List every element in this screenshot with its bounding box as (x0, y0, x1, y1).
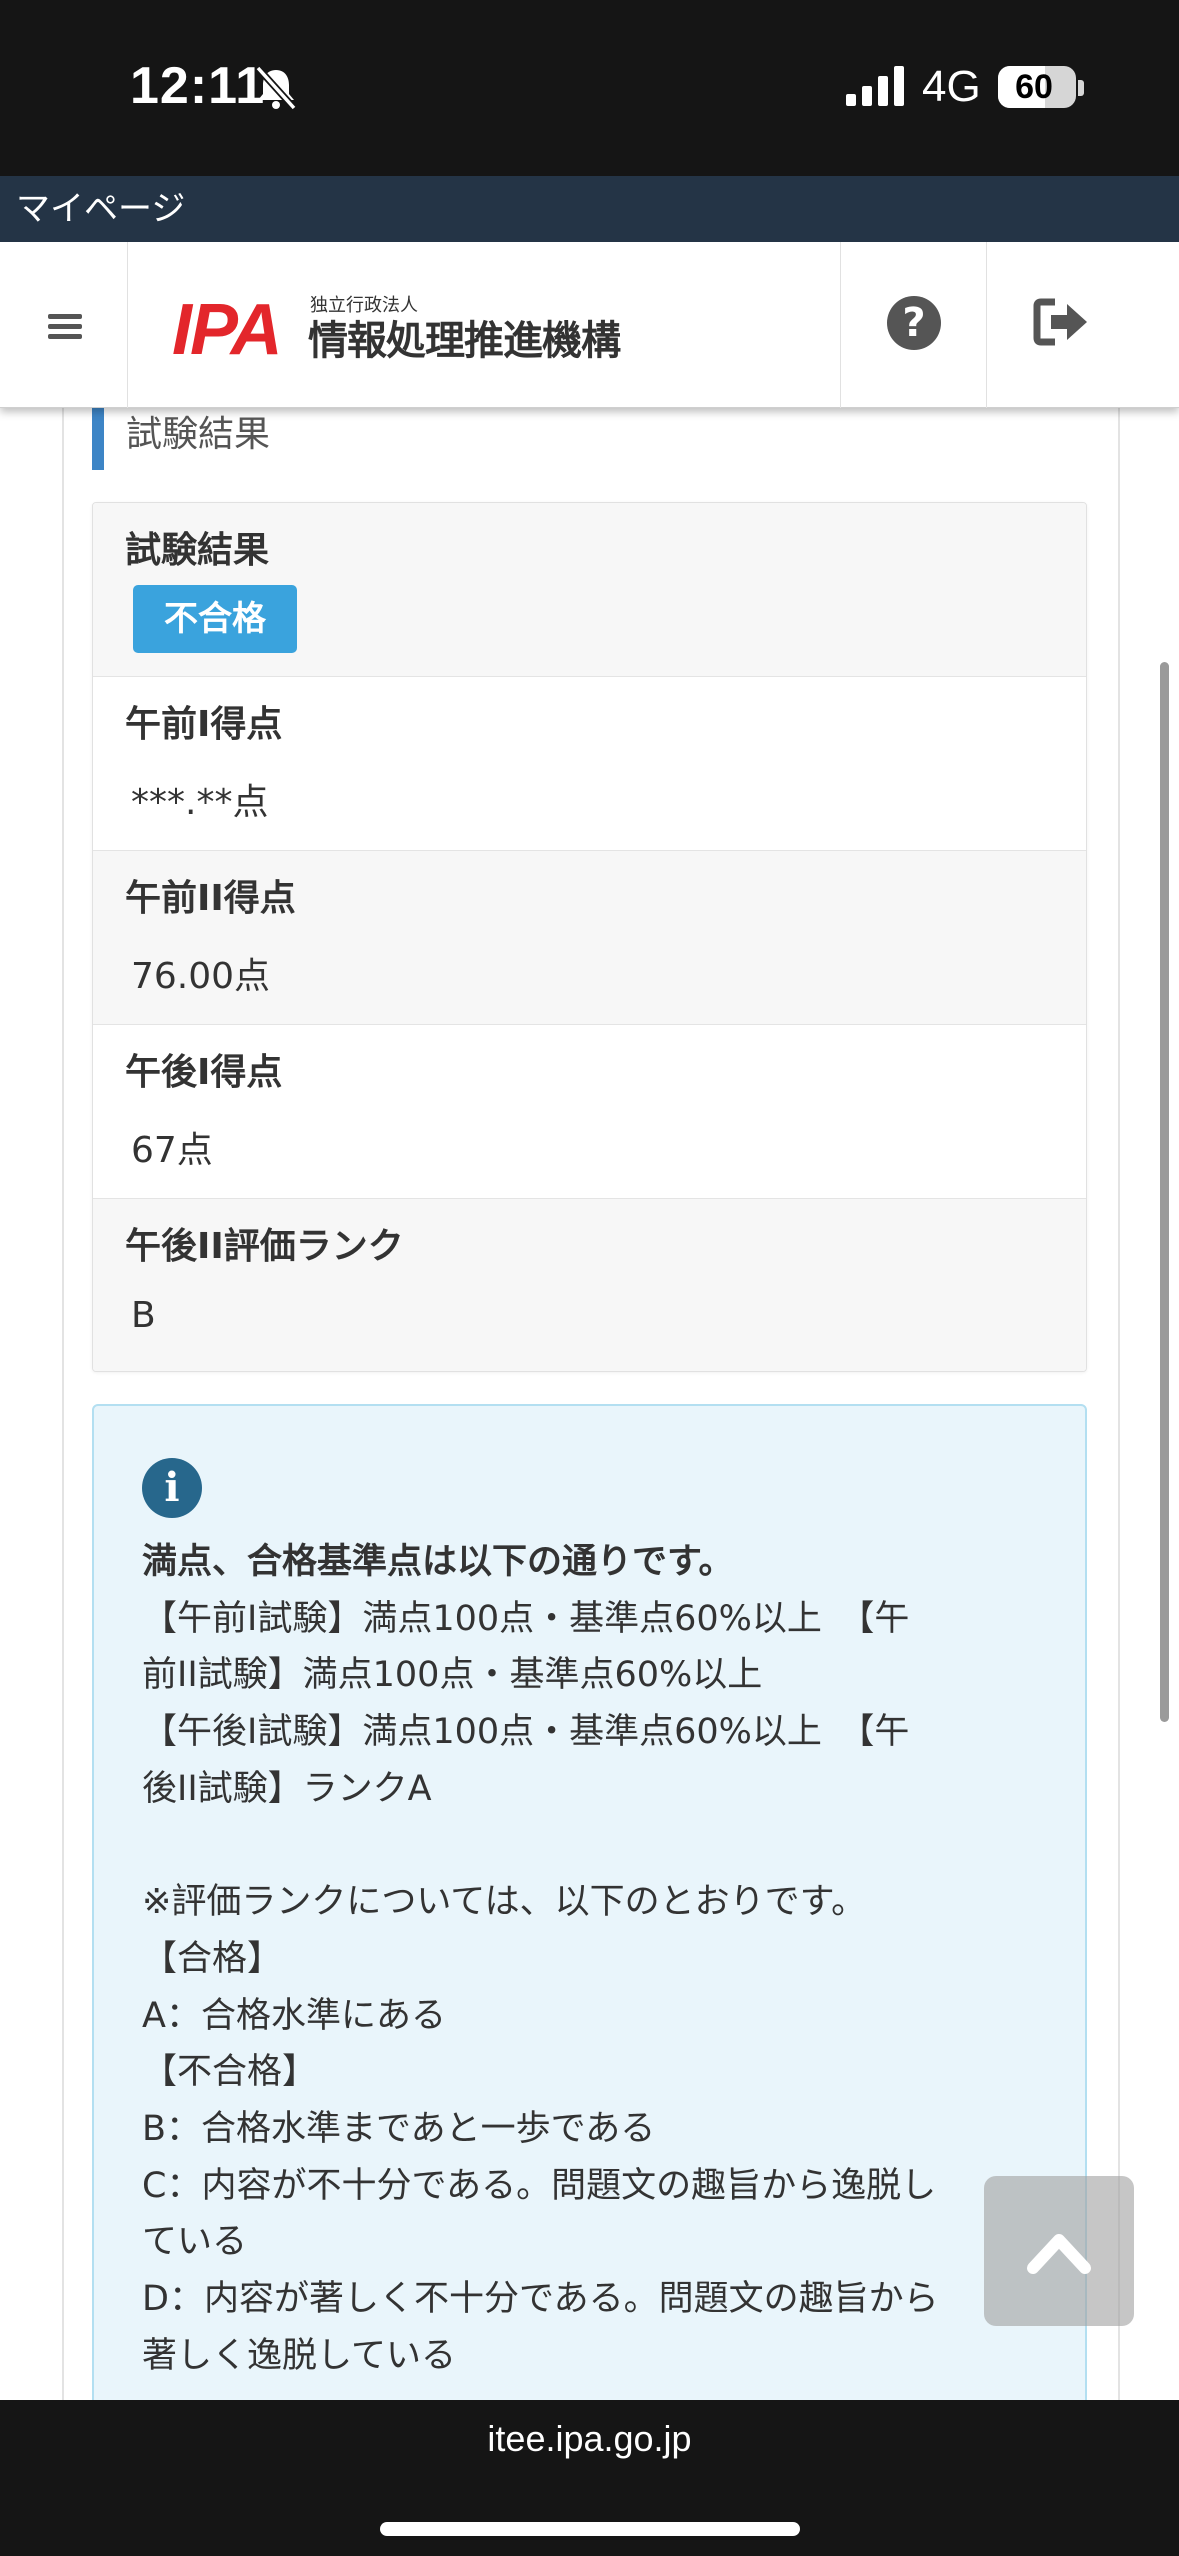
info-icon: i (142, 1458, 202, 1518)
info-line (142, 1817, 1032, 1874)
battery-tip (1078, 80, 1084, 96)
mypage-strip[interactable]: マイページ (0, 176, 1179, 242)
score-value: 76.00点 (131, 956, 271, 997)
info-line: 【午後I試験】満点100点・基準点60%以上 【午 (142, 1712, 910, 1753)
score-value: ***.**点 (131, 782, 269, 823)
scrollbar-thumb[interactable] (1160, 662, 1169, 1722)
logout-button[interactable] (986, 242, 1179, 408)
hamburger-icon (48, 314, 82, 319)
question-circle-icon: ? (887, 296, 941, 350)
logo-title: 情報処理推進機構 (308, 318, 621, 364)
info-line: B：合格水準まであと一歩である (142, 2108, 656, 2149)
score-label: 午後I得点 (125, 1052, 283, 1093)
chevron-up-icon (1027, 2234, 1091, 2274)
page-viewport[interactable]: 試験結果 試験結果 不合格 午前I得点 ***.**点 午前II得点 76.00… (0, 242, 1179, 2400)
menu-button[interactable] (0, 242, 128, 408)
info-line: ている (142, 2222, 248, 2263)
info-line: ※評価ランクについては、以下のとおりです。 (142, 1882, 867, 1923)
home-indicator[interactable] (380, 2522, 800, 2536)
info-line: 【午前I試験】満点100点・基準点60%以上 【午 (142, 1598, 910, 1639)
cellular-signal-icon (846, 66, 904, 106)
bell-slash-icon (255, 66, 297, 110)
info-line: A：合格水準にある (142, 1995, 446, 2036)
status-time: 12:11 (130, 57, 266, 115)
hamburger-icon (48, 324, 82, 329)
help-button[interactable]: ? (840, 242, 986, 408)
info-line: C：内容が不十分である。問題文の趣旨から逸脱し (142, 2165, 937, 2206)
network-type: 4G (922, 62, 981, 111)
logo-subtitle: 独立行政法人 (310, 295, 418, 316)
info-line: D：内容が著しく不十分である。問題文の趣旨から (142, 2278, 939, 2319)
info-line: 【不合格】 (142, 2052, 318, 2093)
table-row: 午前I得点 ***.**点 (93, 677, 1086, 851)
battery-level: 60 (1015, 68, 1053, 106)
info-text: 満点、合格基準点は以下の通りです。 【午前I試験】満点100点・基準点60%以上… (142, 1534, 1032, 2384)
table-row: 午前II得点 76.00点 (93, 851, 1086, 1025)
info-heading: 満点、合格基準点は以下の通りです。 (142, 1542, 734, 1582)
info-line: 【合格】 (142, 1938, 283, 1979)
info-line: 著しく逸脱している (142, 2335, 456, 2376)
result-status-row: 試験結果 不合格 (93, 503, 1086, 677)
score-label: 午前II得点 (125, 878, 296, 919)
result-panel: 試験結果 不合格 午前I得点 ***.**点 午前II得点 76.00点 午後I… (92, 502, 1087, 1372)
back-to-top-button[interactable] (984, 2176, 1134, 2326)
ipa-logo[interactable]: IPA 独立行政法人 情報処理推進機構 (172, 290, 672, 370)
result-status-label: 試験結果 (125, 530, 270, 571)
info-alert: i 満点、合格基準点は以下の通りです。 【午前I試験】満点100点・基準点60%… (92, 1404, 1087, 2400)
url-text[interactable]: itee.ipa.go.jp (0, 2418, 1179, 2460)
info-line: 後II試験】ランクA (142, 1768, 432, 1809)
site-header: IPA 独立行政法人 情報処理推進機構 ? (0, 242, 1179, 408)
score-label: 午後II評価ランク (125, 1226, 404, 1267)
table-row: 午後II評価ランク B (93, 1199, 1086, 1371)
browser-url-bar[interactable]: itee.ipa.go.jp (0, 2400, 1179, 2556)
sign-out-icon (1033, 298, 1087, 346)
logo-mark: IPA (172, 290, 283, 370)
score-label: 午前I得点 (125, 704, 283, 745)
score-value: B (131, 1295, 156, 1336)
info-line: 前II試験】満点100点・基準点60%以上 (142, 1655, 763, 1696)
table-row: 午後I得点 67点 (93, 1025, 1086, 1199)
status-bar: 12:11 4G 60 (0, 0, 1179, 176)
status-badge: 不合格 (133, 585, 297, 653)
hamburger-icon (48, 334, 82, 339)
score-value: 67点 (131, 1130, 213, 1171)
battery-icon: 60 (998, 66, 1076, 108)
section-title: 試験結果 (92, 408, 692, 470)
